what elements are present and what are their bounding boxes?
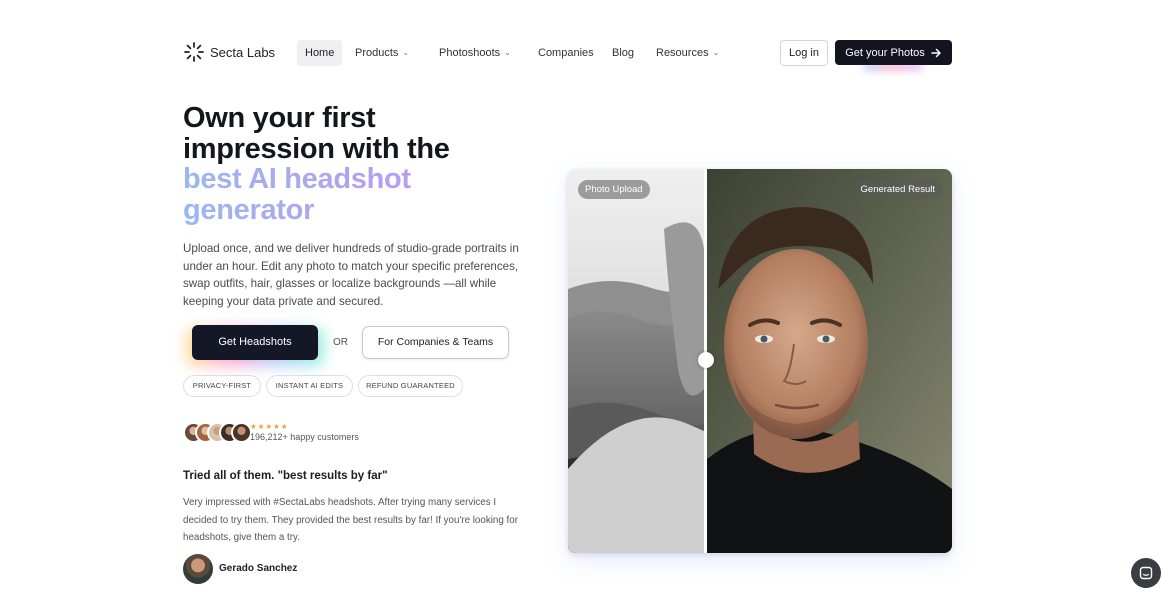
nav-products-label: Products [355, 47, 399, 59]
get-photos-button[interactable]: Get your Photos [835, 40, 952, 65]
author-avatar [183, 554, 213, 584]
headline-highlight-1: best AI headshot [183, 164, 513, 195]
chevron-down-icon: ⌄ [402, 48, 410, 57]
avatar [231, 422, 252, 443]
get-photos-label: Get your Photos [845, 46, 925, 59]
author-name: Gerado Sanchez [219, 563, 298, 574]
nav-products[interactable]: Products ⌄ [355, 40, 409, 66]
nav-photoshoots-label: Photoshoots [439, 47, 501, 59]
logo[interactable]: Secta Labs [183, 41, 275, 63]
login-button[interactable]: Log in [780, 40, 828, 66]
chat-widget-button[interactable] [1131, 558, 1161, 588]
customers-count: 196,212+ happy customers [250, 432, 359, 442]
nav-companies[interactable]: Companies [538, 40, 594, 66]
arrow-right-icon [931, 48, 941, 57]
nav-home-label: Home [305, 47, 335, 59]
nav-blog[interactable]: Blog [612, 40, 634, 66]
hero-headline: Own your first impression with the best … [183, 103, 513, 225]
badge-instant-ai-edits: INSTANT AI EDITS [266, 375, 353, 397]
nav-resources[interactable]: Resources ⌄ [656, 40, 719, 66]
generated-result-label: Generated Result [853, 180, 942, 199]
headline-line-1: Own your first [183, 102, 376, 134]
logo-text: Secta Labs [210, 44, 276, 60]
logo-icon [184, 42, 204, 62]
testimonial-title: Tried all of them. "best results by far" [183, 470, 388, 482]
top-nav: Secta Labs Home Products ⌄ Photoshoots ⌄… [183, 40, 952, 70]
badge-refund-guaranteed: REFUND GUARANTEED [358, 375, 463, 397]
or-separator: OR [333, 337, 348, 348]
nav-resources-label: Resources [656, 47, 709, 59]
companies-teams-button[interactable]: For Companies & Teams [362, 326, 509, 359]
badge-privacy-first: PRIVACY-FIRST [183, 375, 261, 397]
nav-blog-label: Blog [612, 47, 635, 59]
get-headshots-button[interactable]: Get Headshots [192, 325, 318, 360]
chat-icon [1139, 566, 1153, 580]
rating-stars: ★★★★★ [250, 422, 289, 431]
comparison-image [568, 169, 952, 553]
customer-avatars [183, 422, 252, 443]
testimonial-body: Very impressed with #SectaLabs headshots… [183, 497, 518, 543]
comparison-slider-handle[interactable] [698, 352, 714, 368]
photo-upload-label: Photo Upload [578, 180, 650, 199]
headline-line-2: impression with the [183, 132, 450, 165]
chevron-down-icon: ⌄ [504, 48, 511, 57]
chevron-down-icon: ⌄ [712, 48, 720, 57]
hero-description: Upload once, and we deliver hundreds of … [183, 242, 519, 308]
before-after-comparison[interactable]: Photo Upload Generated Result [568, 169, 952, 553]
nav-companies-label: Companies [538, 47, 594, 59]
nav-photoshoots[interactable]: Photoshoots ⌄ [439, 40, 511, 66]
headline-highlight-2: generator [183, 194, 513, 226]
nav-home[interactable]: Home [297, 40, 343, 66]
